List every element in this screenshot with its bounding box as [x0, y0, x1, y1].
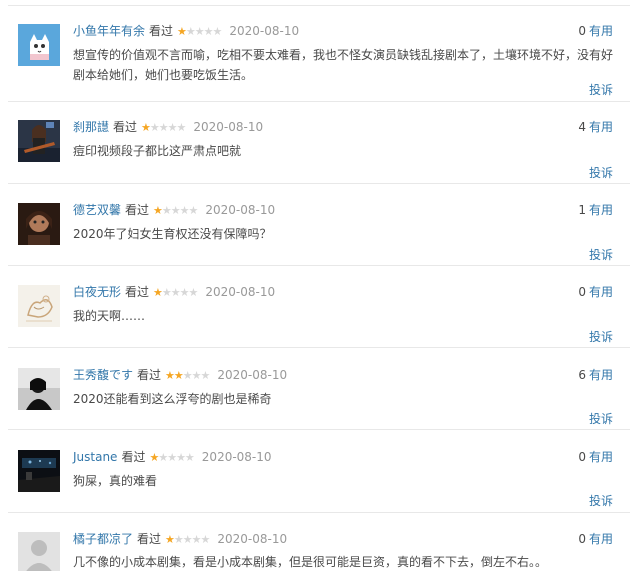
username-link[interactable]: 刹那譿	[73, 120, 109, 134]
rating-stars: ★★★★★	[165, 533, 210, 546]
vote-count: 0	[578, 450, 586, 464]
review-divider	[8, 512, 630, 513]
review-list: 小鱼年年有余 看过 ★★★★★ 2020-08-10 0 有用 想宣传的价值观不言而喻，…	[0, 0, 640, 571]
report-link[interactable]: 投诉	[589, 164, 613, 182]
username-link[interactable]: 德艺双馨	[73, 203, 121, 217]
vote-area: 4 有用	[578, 118, 613, 136]
username-link[interactable]: 白夜无形	[73, 285, 121, 299]
review-meta: 橘子都凉了 看过 ★★★★★ 2020-08-10	[73, 530, 287, 548]
watch-status: 看过	[125, 203, 150, 217]
review-divider	[8, 101, 630, 102]
watch-status: 看过	[149, 24, 174, 38]
vote-count: 0	[578, 532, 586, 546]
review-date: 2020-08-10	[229, 24, 300, 38]
review-text: 2020年了妇女生育权还没有保障吗？	[73, 227, 272, 241]
useful-button[interactable]: 有用	[589, 203, 613, 217]
review-meta: Justane 看过 ★★★★★ 2020-08-10	[73, 448, 272, 466]
review-divider	[8, 347, 630, 348]
review-divider	[8, 183, 630, 184]
review-text: 痘印视频段子都比这严肃点吧就	[73, 144, 242, 158]
watch-status: 看过	[137, 532, 162, 546]
vote-count: 0	[578, 285, 586, 299]
rating-stars: ★★★★★	[177, 25, 222, 38]
review-date: 2020-08-10	[201, 450, 272, 464]
username-link[interactable]: 王秀馥です	[73, 368, 133, 382]
review-text: 想宣传的价值观不言而喻，吃相不要太难看，我也不怪女演员缺钱乱接剧本了，土壤环境不…	[73, 48, 614, 82]
useful-button[interactable]: 有用	[589, 120, 613, 134]
useful-button[interactable]: 有用	[589, 532, 613, 546]
review-meta: 王秀馥です 看过 ★★★★★ 2020-08-10	[73, 366, 287, 384]
report-link[interactable]: 投诉	[589, 81, 613, 99]
cat-avatar-icon[interactable]	[18, 24, 60, 66]
sketch-avatar-icon[interactable]	[18, 285, 60, 327]
vote-count: 0	[578, 24, 586, 38]
vote-count: 1	[578, 203, 586, 217]
vote-count: 6	[578, 368, 586, 382]
vote-count: 4	[578, 120, 586, 134]
vote-area: 6 有用	[578, 366, 613, 384]
username-link[interactable]: Justane	[73, 450, 117, 464]
watch-status: 看过	[121, 450, 146, 464]
review-divider	[8, 265, 630, 266]
rating-stars: ★★★★★	[149, 451, 194, 464]
default-user-avatar-icon[interactable]	[18, 532, 60, 571]
report-link[interactable]: 投诉	[589, 492, 613, 510]
useful-button[interactable]: 有用	[589, 450, 613, 464]
watch-status: 看过	[137, 368, 162, 382]
review-text: 几不像的小成本剧集，看是小成本剧集，但是很可能是巨资，真的看不下去，倒左不右。。	[73, 555, 548, 569]
username-link[interactable]: 橘子都凉了	[73, 532, 133, 546]
review-meta: 刹那譿 看过 ★★★★★ 2020-08-10	[73, 118, 263, 136]
watch-status: 看过	[113, 120, 138, 134]
rating-stars: ★★★★★	[153, 286, 198, 299]
review-text: 我的天啊……	[73, 309, 146, 323]
watch-status: 看过	[125, 285, 150, 299]
useful-button[interactable]: 有用	[589, 24, 613, 38]
dark-photo-avatar-icon[interactable]	[18, 450, 60, 492]
vote-area: 0 有用	[578, 448, 613, 466]
top-divider	[8, 5, 630, 6]
review-date: 2020-08-10	[205, 285, 276, 299]
useful-button[interactable]: 有用	[589, 368, 613, 382]
vote-area: 0 有用	[578, 22, 613, 40]
review-date: 2020-08-10	[205, 203, 276, 217]
rating-stars: ★★★★★	[165, 369, 210, 382]
useful-button[interactable]: 有用	[589, 285, 613, 299]
vote-area: 0 有用	[578, 530, 613, 548]
review-text: 2020还能看到这么浮夸的剧也是稀奇	[73, 392, 272, 406]
review-text: 狗屎，真的难看	[73, 474, 158, 488]
report-link[interactable]: 投诉	[589, 328, 613, 346]
review-meta: 德艺双馨 看过 ★★★★★ 2020-08-10	[73, 201, 275, 219]
rating-stars: ★★★★★	[141, 121, 186, 134]
review-date: 2020-08-10	[217, 368, 288, 382]
review-meta: 白夜无形 看过 ★★★★★ 2020-08-10	[73, 283, 275, 301]
silhouette-avatar-icon[interactable]	[18, 368, 60, 410]
vote-area: 1 有用	[578, 201, 613, 219]
username-link[interactable]: 小鱼年年有余	[73, 24, 145, 38]
review-date: 2020-08-10	[193, 120, 264, 134]
review-date: 2020-08-10	[217, 532, 288, 546]
vote-area: 0 有用	[578, 283, 613, 301]
review-meta: 小鱼年年有余 看过 ★★★★★ 2020-08-10	[73, 22, 299, 40]
review-divider	[8, 429, 630, 430]
rating-stars: ★★★★★	[153, 204, 198, 217]
report-link[interactable]: 投诉	[589, 410, 613, 428]
portrait-avatar-icon[interactable]	[18, 203, 60, 245]
report-link[interactable]: 投诉	[589, 246, 613, 264]
guitarist-avatar-icon[interactable]	[18, 120, 60, 162]
